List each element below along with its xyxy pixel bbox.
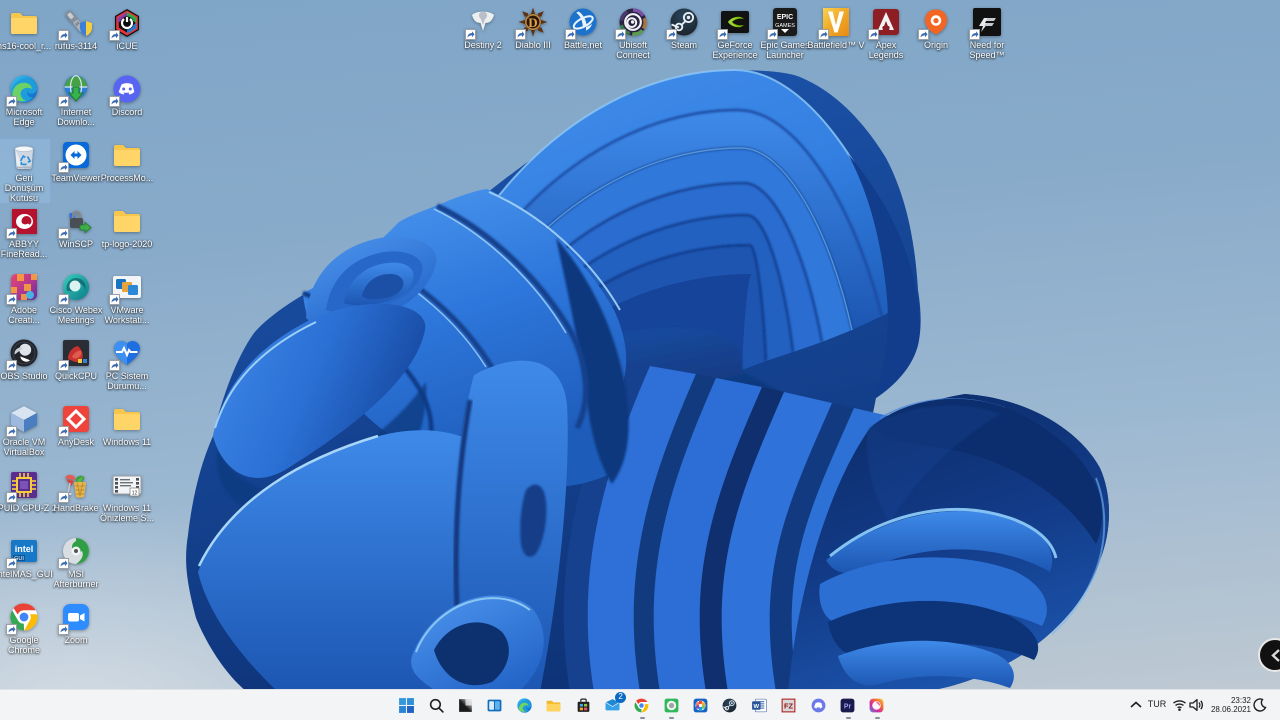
svg-text:intel: intel [15,544,34,554]
svg-text:EPIC: EPIC [777,14,793,21]
svg-text:12: 12 [132,491,138,497]
svg-text:GAMES: GAMES [775,23,795,29]
svg-text:D: D [528,15,537,30]
